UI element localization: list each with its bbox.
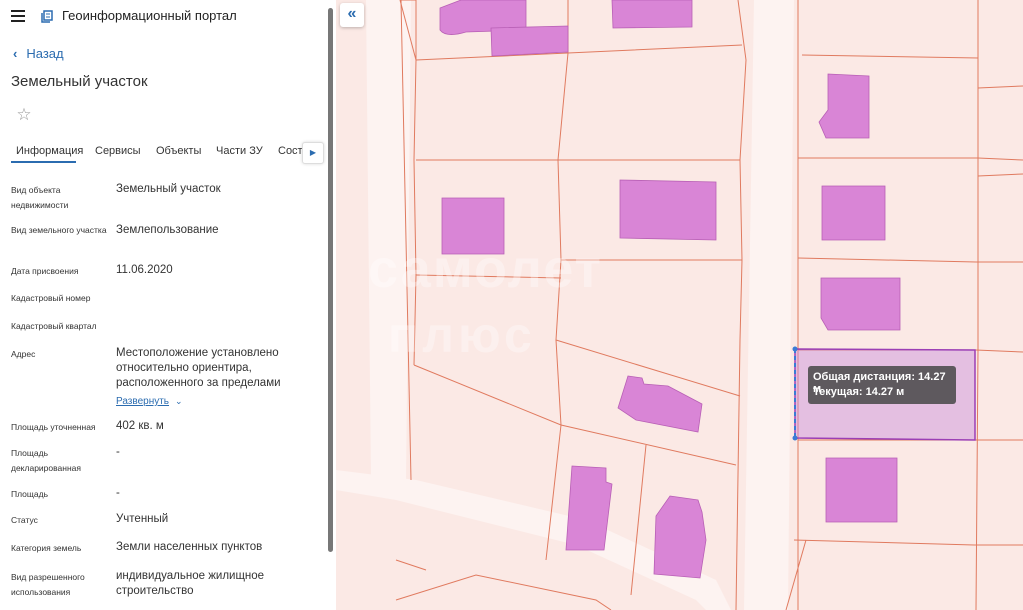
tooltip-current: Текущая: 14.27 м — [813, 386, 905, 398]
star-icon[interactable]: ☆ — [10, 101, 38, 129]
road — [744, 0, 794, 610]
field-label: Кадастровый номер — [11, 293, 91, 303]
field-label: Вид разрешенного использования — [11, 572, 85, 597]
measure-tooltip: Общая дистанция: 14.27 м Текущая: 14.27 … — [808, 366, 956, 404]
cadastral-map — [336, 0, 1023, 610]
top-bar: Геоинформационный портал — [0, 0, 336, 34]
watermark: плюс — [388, 307, 536, 363]
active-tab-indicator — [11, 161, 76, 163]
expand-link[interactable]: Развернуть ⌄ — [116, 396, 183, 407]
map-view[interactable] — [336, 0, 1023, 610]
field-label: Вид земельного участка — [11, 225, 107, 235]
field-label: Кадастровый квартал — [11, 321, 97, 331]
tab-information[interactable]: Информация — [16, 145, 83, 157]
field-value: Земельный участок — [116, 183, 221, 195]
field-label: Дата присвоения — [11, 266, 79, 276]
back-label: Назад — [26, 46, 64, 61]
tab-bar: Информация Сервисы Объекты Части ЗУ Сост… — [0, 140, 336, 164]
app-title: Геоинформационный портал — [62, 8, 237, 23]
field-label: Вид объекта недвижимости — [11, 185, 69, 210]
field-label: Площадь уточненная — [11, 422, 96, 432]
tab-objects[interactable]: Объекты — [156, 145, 201, 157]
portal-logo-icon — [41, 10, 53, 23]
double-chevron-left-icon[interactable]: « — [340, 3, 364, 27]
field-value: - — [116, 446, 120, 458]
chevron-right-icon[interactable]: ▶ — [302, 142, 324, 164]
expand-label: Развернуть — [116, 396, 170, 407]
panel-scrollbar[interactable] — [328, 8, 333, 552]
watermark: самолет — [368, 239, 603, 299]
measure-point — [792, 435, 798, 441]
field-value: - — [116, 487, 120, 499]
field-label: Категория земель — [11, 543, 82, 553]
menu-icon[interactable] — [11, 10, 27, 22]
measure-point — [792, 346, 798, 352]
field-value: Учтенный — [116, 513, 169, 525]
field-label: Адрес — [11, 349, 36, 359]
tab-parts[interactable]: Части ЗУ — [216, 145, 263, 157]
field-value: Местоположение установлено относительно … — [116, 347, 281, 389]
page-title: Земельный участок — [11, 73, 148, 90]
field-label: Площадь декларированная — [11, 448, 81, 473]
field-value: 402 кв. м — [116, 420, 164, 432]
chevron-down-icon: ⌄ — [175, 396, 183, 406]
field-value: Землепользование — [116, 224, 219, 236]
back-link[interactable]: ‹ Назад — [13, 46, 64, 61]
field-label: Площадь — [11, 489, 49, 499]
tab-composition[interactable]: Соста — [278, 145, 302, 157]
field-value: 11.06.2020 — [116, 264, 173, 276]
field-value: Земли населенных пунктов — [116, 541, 263, 553]
side-panel: Геоинформационный портал ‹ Назад Земельны… — [0, 0, 336, 610]
field-label: Статус — [11, 515, 38, 525]
field-value: индивидуальное жилищное строительство — [116, 570, 265, 597]
tab-services[interactable]: Сервисы — [95, 145, 141, 157]
chevron-left-icon: ‹ — [13, 46, 18, 61]
